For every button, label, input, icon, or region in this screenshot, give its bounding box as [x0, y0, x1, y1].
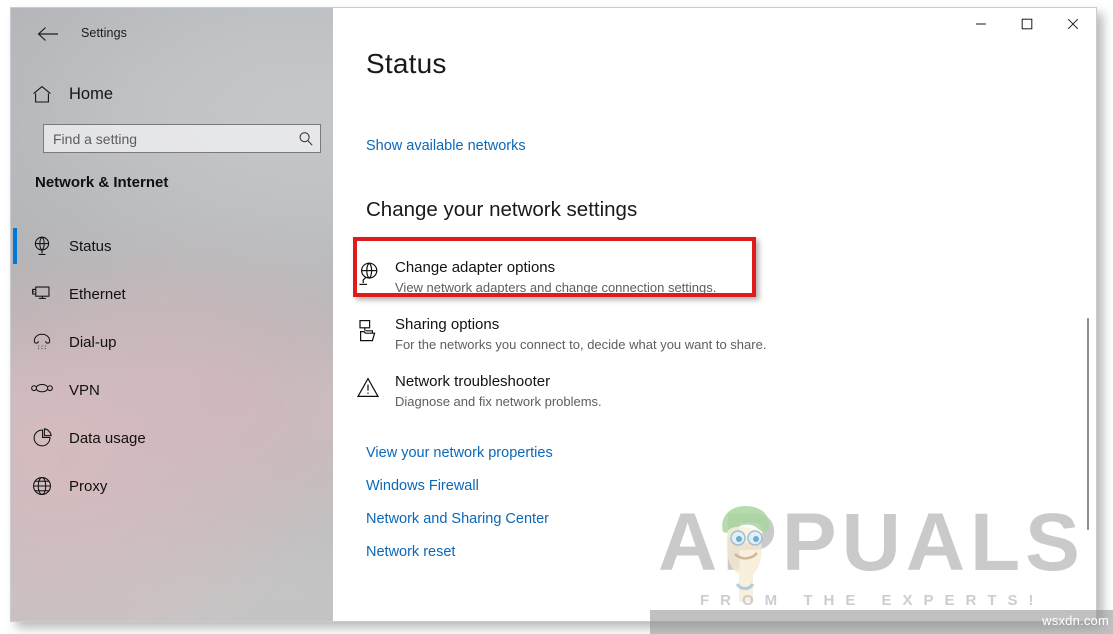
dial-up-icon	[19, 331, 65, 353]
settings-window: Settings Home Find a setting Network & I…	[10, 7, 1097, 622]
show-available-networks-link[interactable]: Show available networks	[366, 138, 526, 154]
sidebar-item-home[interactable]: Home	[11, 76, 333, 112]
option-title: Sharing options	[395, 316, 500, 333]
option-change-adapter-options[interactable]: Change adapter options View network adap…	[333, 249, 1096, 296]
link-row: Windows Firewall	[366, 469, 553, 502]
app-title: Settings	[81, 26, 127, 40]
view-network-properties-link[interactable]: View your network properties	[366, 445, 553, 461]
globe-monitor-icon	[19, 235, 65, 257]
option-network-troubleshooter[interactable]: Network troubleshooter Diagnose and fix …	[333, 363, 1096, 410]
link-row: View your network properties	[366, 436, 553, 469]
sidebar-item-label: Status	[69, 237, 112, 255]
sidebar-item-data-usage[interactable]: Data usage	[11, 414, 333, 462]
search-input[interactable]	[44, 129, 292, 148]
option-description: Diagnose and fix network problems.	[395, 394, 602, 409]
minimize-icon[interactable]	[958, 8, 1004, 40]
network-sharing-center-link[interactable]: Network and Sharing Center	[366, 511, 549, 527]
pie-chart-icon	[19, 427, 65, 449]
sidebar-item-label: Dial-up	[69, 333, 117, 351]
network-reset-link[interactable]: Network reset	[366, 544, 455, 560]
link-row: Network reset	[366, 535, 553, 568]
screenshot-root: Settings Home Find a setting Network & I…	[0, 0, 1113, 634]
option-title: Network troubleshooter	[395, 373, 551, 390]
option-description: View network adapters and change connect…	[395, 280, 717, 295]
maximize-icon[interactable]	[1004, 8, 1050, 40]
sidebar-category-heading: Network & Internet	[35, 174, 169, 191]
selection-indicator	[13, 228, 17, 264]
settings-sidebar: Settings Home Find a setting Network & I…	[11, 8, 333, 621]
titlebar: Settings	[11, 8, 333, 54]
section-heading: Change your network settings	[366, 198, 638, 221]
sidebar-item-vpn[interactable]: VPN	[11, 366, 333, 414]
network-settings-options: Change adapter options View network adap…	[333, 249, 1096, 420]
option-sharing-options[interactable]: Sharing options For the networks you con…	[333, 306, 1096, 353]
sidebar-item-label: Ethernet	[69, 285, 126, 303]
search-setting-box[interactable]	[43, 124, 321, 153]
scrollbar-thumb[interactable]	[1087, 318, 1089, 530]
ethernet-icon	[19, 283, 65, 305]
page-title: Status	[366, 48, 447, 79]
link-row: Network and Sharing Center	[366, 502, 553, 535]
sidebar-item-ethernet[interactable]: Ethernet	[11, 270, 333, 318]
settings-content: Status Show available networks Change yo…	[333, 8, 1096, 621]
search-icon[interactable]	[292, 131, 320, 147]
sidebar-nav-list: Status Ethernet Dial-up VPN Data usage P…	[11, 222, 333, 510]
window-controls	[958, 8, 1096, 40]
sidebar-home-label: Home	[69, 84, 114, 103]
sidebar-item-proxy[interactable]: Proxy	[11, 462, 333, 510]
warning-triangle-icon	[345, 372, 391, 401]
windows-firewall-link[interactable]: Windows Firewall	[366, 478, 479, 494]
network-adapter-icon	[345, 258, 391, 287]
vpn-icon	[19, 381, 65, 399]
sidebar-item-status[interactable]: Status	[11, 222, 333, 270]
sidebar-item-label: Proxy	[69, 477, 108, 495]
sharing-folder-icon	[345, 315, 391, 344]
sidebar-item-label: Data usage	[69, 429, 146, 447]
option-title: Change adapter options	[395, 259, 556, 276]
sidebar-item-dial-up[interactable]: Dial-up	[11, 318, 333, 366]
globe-icon	[19, 475, 65, 497]
close-icon[interactable]	[1050, 8, 1096, 40]
sidebar-item-label: VPN	[69, 381, 100, 399]
home-icon	[19, 85, 65, 104]
content-scrollbar[interactable]	[1087, 42, 1093, 621]
option-description: For the networks you connect to, decide …	[395, 337, 767, 352]
related-links-list: View your network properties Windows Fir…	[366, 436, 553, 568]
back-arrow-icon[interactable]	[29, 20, 67, 48]
